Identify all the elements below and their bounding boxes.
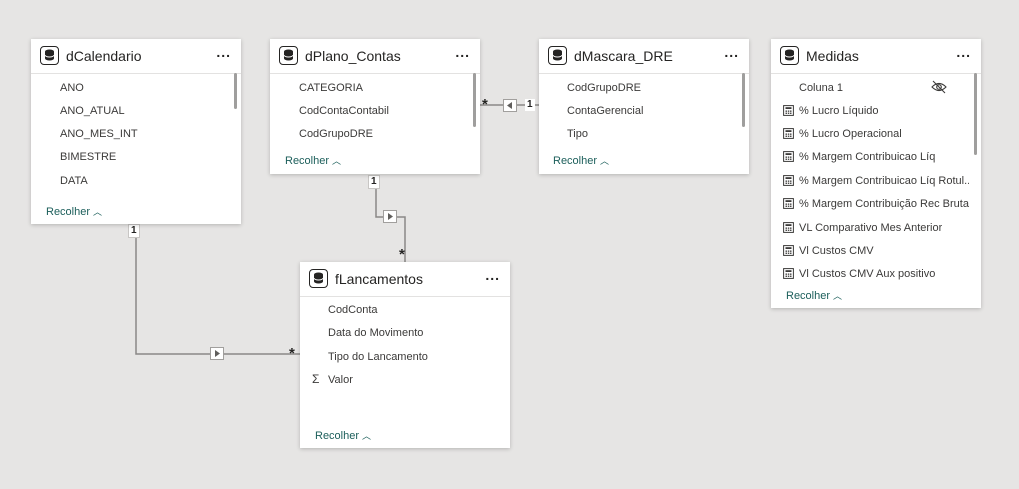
table-title: fLancamentos bbox=[335, 271, 423, 287]
table-card-dplano-contas[interactable]: dPlano_Contas ... CATEGORIA CodContaCont… bbox=[270, 39, 480, 174]
field-item-sum[interactable]: Σ Valor bbox=[300, 372, 500, 388]
table-card-header[interactable]: fLancamentos ... bbox=[300, 262, 510, 297]
measure-item[interactable]: % Margem Contribuicao Líq bbox=[771, 149, 971, 165]
measure-label: % Margem Contribuição Rec Bruta bbox=[799, 198, 969, 210]
field-item[interactable]: CodGrupoDRE bbox=[567, 82, 641, 94]
table-card-header[interactable]: Medidas ... bbox=[771, 39, 981, 74]
measure-label: VL Comparativo Mes Anterior bbox=[799, 222, 943, 234]
scrollbar[interactable] bbox=[974, 73, 977, 155]
collapse-label: Recolher bbox=[285, 155, 330, 167]
field-item[interactable]: CodGrupoDRE bbox=[299, 128, 373, 140]
collapse-label: Recolher bbox=[315, 430, 360, 442]
relationship-one-marker: 1 bbox=[368, 175, 380, 189]
eye-hidden-icon[interactable] bbox=[931, 80, 947, 94]
chevron-up-icon: ︿ bbox=[93, 207, 103, 217]
measure-label: % Lucro Operacional bbox=[799, 128, 902, 140]
field-item[interactable]: CATEGORIA bbox=[299, 82, 363, 94]
chevron-up-icon: ︿ bbox=[600, 156, 610, 166]
measure-label: % Margem Contribuicao Líq Rotul... bbox=[799, 175, 969, 187]
field-item[interactable]: ANO_ATUAL bbox=[60, 105, 125, 117]
chevron-up-icon: ︿ bbox=[332, 156, 342, 166]
more-options-button[interactable]: ... bbox=[455, 45, 470, 59]
measure-item[interactable]: % Lucro Líquido bbox=[771, 103, 971, 119]
measure-label: Vl Custos CMV bbox=[799, 245, 874, 257]
relationship-many-marker: * bbox=[399, 246, 405, 263]
table-title: dCalendario bbox=[66, 48, 142, 64]
database-icon bbox=[780, 46, 799, 65]
measure-item[interactable]: % Margem Contribuicao Líq Rotul... bbox=[771, 173, 971, 189]
field-item[interactable]: Data do Movimento bbox=[328, 327, 423, 339]
field-item[interactable]: Tipo do Lancamento bbox=[328, 351, 428, 363]
calculator-icon bbox=[783, 198, 794, 209]
measure-label: % Margem Contribuicao Líq bbox=[799, 151, 936, 163]
table-card-dmascara-dre[interactable]: dMascara_DRE ... CodGrupoDRE ContaGerenc… bbox=[539, 39, 749, 174]
calculator-icon bbox=[783, 175, 794, 186]
measure-label: % Lucro Líquido bbox=[799, 105, 879, 117]
database-icon bbox=[40, 46, 59, 65]
scrollbar[interactable] bbox=[234, 73, 237, 109]
measure-label: Vl Custos CMV Aux positivo bbox=[799, 268, 936, 280]
measure-item[interactable]: Vl Custos CMV bbox=[771, 243, 971, 259]
measure-item[interactable]: Vl Custos CMV Aux positivo bbox=[771, 266, 971, 282]
table-card-header[interactable]: dPlano_Contas ... bbox=[270, 39, 480, 74]
relationship-one-marker: 1 bbox=[525, 99, 535, 111]
scrollbar[interactable] bbox=[742, 73, 745, 127]
calculator-icon bbox=[783, 268, 794, 279]
database-icon bbox=[279, 46, 298, 65]
measure-item[interactable]: % Margem Contribuição Rec Bruta bbox=[771, 196, 971, 212]
sigma-icon: Σ bbox=[312, 372, 320, 386]
table-card-header[interactable]: dCalendario ... bbox=[31, 39, 241, 74]
filter-direction-arrow-icon[interactable] bbox=[383, 210, 397, 223]
relationship-many-marker: * bbox=[289, 345, 295, 362]
collapse-link[interactable]: Recolher ︿ bbox=[786, 289, 842, 302]
more-options-button[interactable]: ... bbox=[724, 45, 739, 59]
filter-direction-arrow-icon[interactable] bbox=[210, 347, 224, 360]
database-icon bbox=[309, 269, 328, 288]
table-title: dPlano_Contas bbox=[305, 48, 401, 64]
chevron-up-icon: ︿ bbox=[362, 431, 372, 441]
field-item[interactable]: Tipo bbox=[567, 128, 588, 140]
collapse-link[interactable]: Recolher ︿ bbox=[46, 205, 102, 218]
calculator-icon bbox=[783, 151, 794, 162]
measure-item[interactable]: % Lucro Operacional bbox=[771, 126, 971, 142]
collapse-label: Recolher bbox=[46, 206, 91, 218]
scrollbar[interactable] bbox=[473, 73, 476, 127]
field-item[interactable]: ContaGerencial bbox=[567, 105, 643, 117]
more-options-button[interactable]: ... bbox=[485, 268, 500, 282]
more-options-button[interactable]: ... bbox=[216, 45, 231, 59]
field-item[interactable]: Coluna 1 bbox=[799, 82, 843, 94]
field-label: Valor bbox=[328, 374, 353, 386]
more-options-button[interactable]: ... bbox=[956, 45, 971, 59]
field-item[interactable]: ANO_MES_INT bbox=[60, 128, 138, 140]
calculator-icon bbox=[783, 222, 794, 233]
relationship-one-marker: 1 bbox=[128, 224, 140, 238]
table-title: Medidas bbox=[806, 48, 859, 64]
calculator-icon bbox=[783, 105, 794, 116]
database-icon bbox=[548, 46, 567, 65]
collapse-link[interactable]: Recolher ︿ bbox=[285, 154, 341, 167]
filter-direction-arrow-icon[interactable] bbox=[503, 99, 517, 112]
table-card-dcalendario[interactable]: dCalendario ... ANO ANO_ATUAL ANO_MES_IN… bbox=[31, 39, 241, 224]
relationship-many-marker: * bbox=[482, 96, 488, 113]
field-item[interactable]: ANO bbox=[60, 82, 84, 94]
calculator-icon bbox=[783, 128, 794, 139]
table-card-header[interactable]: dMascara_DRE ... bbox=[539, 39, 749, 74]
table-card-medidas[interactable]: Medidas ... Coluna 1 % Lucro Líquido % L… bbox=[771, 39, 981, 308]
field-item[interactable]: CodContaContabil bbox=[299, 105, 389, 117]
table-card-flancamentos[interactable]: fLancamentos ... CodConta Data do Movime… bbox=[300, 262, 510, 448]
measure-item[interactable]: VL Comparativo Mes Anterior bbox=[771, 220, 971, 236]
table-title: dMascara_DRE bbox=[574, 48, 673, 64]
collapse-label: Recolher bbox=[786, 290, 831, 302]
collapse-label: Recolher bbox=[553, 155, 598, 167]
collapse-link[interactable]: Recolher ︿ bbox=[553, 154, 609, 167]
calculator-icon bbox=[783, 245, 794, 256]
field-item[interactable]: BIMESTRE bbox=[60, 151, 116, 163]
collapse-link[interactable]: Recolher ︿ bbox=[315, 429, 371, 442]
field-item[interactable]: CodConta bbox=[328, 304, 378, 316]
field-item[interactable]: DATA bbox=[60, 175, 88, 187]
chevron-up-icon: ︿ bbox=[833, 291, 843, 301]
